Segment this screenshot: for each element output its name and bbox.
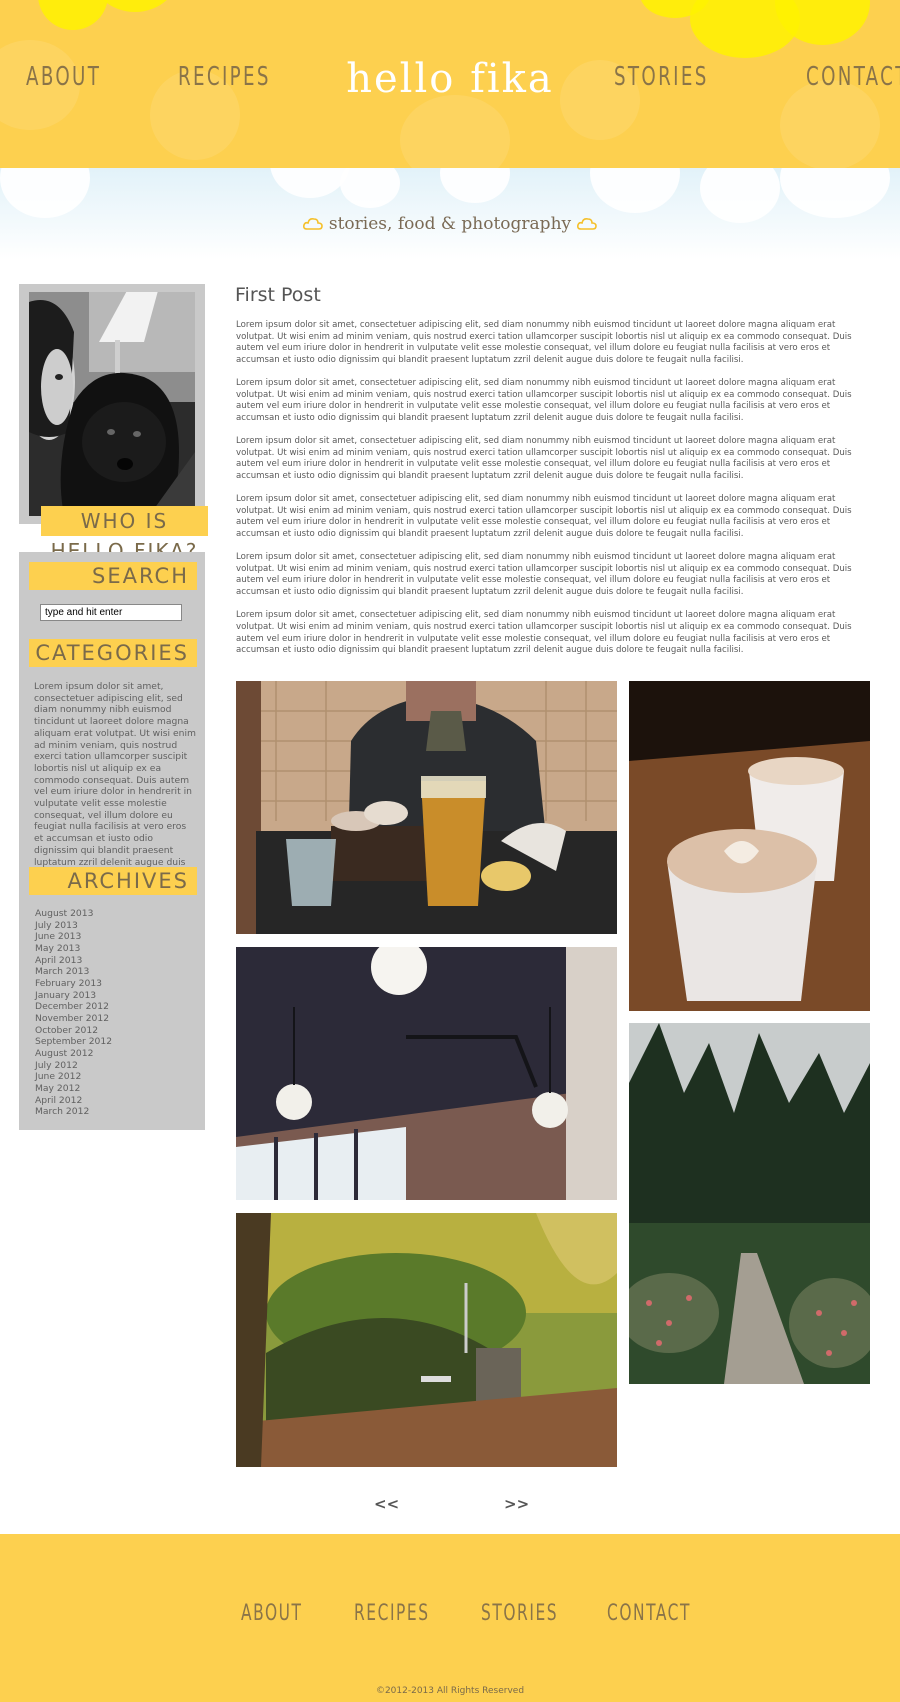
archive-link[interactable]: September 2012 xyxy=(35,1036,112,1048)
archive-link[interactable]: December 2012 xyxy=(35,1001,112,1013)
post-paragraph: Lorem ipsum dolor sit amet, consectetuer… xyxy=(236,494,852,539)
tagline-band: stories, food & photography xyxy=(0,168,900,260)
who-is-hello-fika-link[interactable]: WHO IS HELLO FIKA? xyxy=(41,506,208,563)
archive-link[interactable]: August 2013 xyxy=(35,908,112,920)
tagline-text: stories, food & photography xyxy=(328,214,572,234)
nav-stories[interactable]: STORIES xyxy=(614,62,709,92)
decor-bubble xyxy=(400,95,510,168)
decor-cloud xyxy=(0,168,90,218)
decor-cloud xyxy=(780,168,890,218)
prev-page-link[interactable]: << xyxy=(374,1495,399,1513)
post-paragraph: Lorem ipsum dolor sit amet, consectetuer… xyxy=(236,610,852,656)
post-paragraph: Lorem ipsum dolor sit amet, consectetuer… xyxy=(236,552,852,598)
archive-link[interactable]: March 2013 xyxy=(35,966,112,978)
categories-text: Lorem ipsum dolor sit amet, consectetuer… xyxy=(34,681,196,879)
archive-link[interactable]: July 2013 xyxy=(35,920,112,932)
next-page-link[interactable]: >> xyxy=(504,1495,529,1513)
archive-link[interactable]: May 2012 xyxy=(35,1083,112,1095)
archive-link[interactable]: February 2013 xyxy=(35,978,112,990)
photo-autumn-park[interactable] xyxy=(236,1213,617,1467)
decor-bubble xyxy=(38,0,108,30)
nav-contact[interactable]: CONTACT xyxy=(806,62,900,92)
archive-link[interactable]: October 2012 xyxy=(35,1025,112,1037)
archive-link[interactable]: April 2013 xyxy=(35,955,112,967)
site-header: ABOUT RECIPES hello fika STORIES CONTACT xyxy=(0,0,900,168)
sidebar-panel: SEARCH CATEGORIES Lorem ipsum dolor sit … xyxy=(19,552,205,1130)
post-paragraph: Lorem ipsum dolor sit amet, consectetuer… xyxy=(236,320,852,365)
archive-link[interactable]: June 2012 xyxy=(35,1071,112,1083)
archive-link[interactable]: January 2013 xyxy=(35,990,112,1002)
photo-garden-path[interactable] xyxy=(629,1023,870,1384)
decor-cloud xyxy=(590,168,680,213)
footer-nav-stories[interactable]: STORIES xyxy=(481,1601,558,1626)
archive-link[interactable]: July 2012 xyxy=(35,1060,112,1072)
footer-nav-recipes[interactable]: RECIPES xyxy=(354,1601,430,1626)
archive-link[interactable]: August 2012 xyxy=(35,1048,112,1060)
photo-ceiling-lights[interactable] xyxy=(236,947,617,1200)
decor-cloud xyxy=(440,168,510,203)
post-paragraph: Lorem ipsum dolor sit amet, consectetuer… xyxy=(236,378,852,423)
decor-cloud xyxy=(270,168,350,198)
about-photo[interactable] xyxy=(29,292,195,516)
search-input[interactable] xyxy=(40,604,182,621)
photo-lattes[interactable] xyxy=(629,681,870,1011)
post-title[interactable]: First Post xyxy=(235,284,321,306)
cloud-icon xyxy=(302,218,323,230)
decor-cloud xyxy=(340,168,400,208)
archives-list: August 2013 July 2013 June 2013 May 2013… xyxy=(35,908,112,1118)
post-body: Lorem ipsum dolor sit amet, consectetuer… xyxy=(236,320,860,668)
archive-link[interactable]: June 2013 xyxy=(35,931,112,943)
about-box xyxy=(19,284,205,524)
footer-nav-about[interactable]: ABOUT xyxy=(241,1601,303,1626)
cloud-icon xyxy=(577,218,597,230)
archive-link[interactable]: March 2012 xyxy=(35,1106,112,1118)
site-title[interactable]: hello fika xyxy=(0,56,900,102)
archive-link[interactable]: April 2012 xyxy=(35,1095,112,1107)
site-footer: ABOUT RECIPES STORIES CONTACT ©2012-2013… xyxy=(0,1534,900,1702)
archives-heading: ARCHIVES xyxy=(29,867,197,895)
categories-heading: CATEGORIES xyxy=(29,639,197,667)
tagline: stories, food & photography xyxy=(0,214,900,234)
photo-cafe-table[interactable] xyxy=(236,681,617,934)
footer-nav-contact[interactable]: CONTACT xyxy=(607,1601,691,1626)
copyright: ©2012-2013 All Rights Reserved xyxy=(375,1686,525,1696)
archive-link[interactable]: May 2013 xyxy=(35,943,112,955)
archive-link[interactable]: November 2012 xyxy=(35,1013,112,1025)
search-heading: SEARCH xyxy=(29,562,197,590)
post-paragraph: Lorem ipsum dolor sit amet, consectetuer… xyxy=(236,436,852,481)
